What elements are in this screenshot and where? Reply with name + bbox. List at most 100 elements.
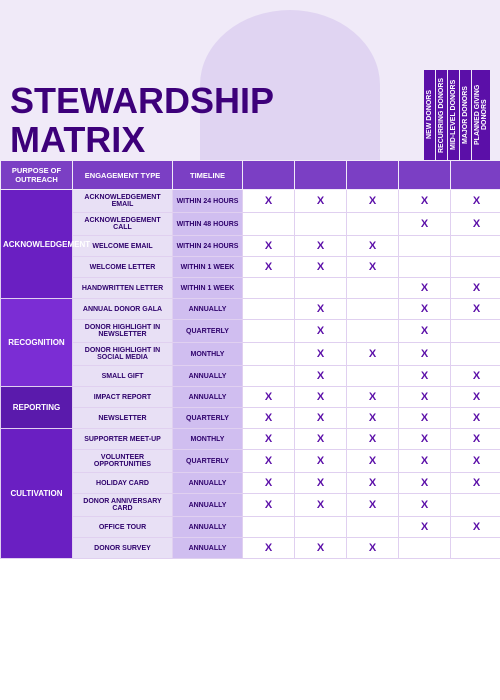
table-row: HOLIDAY CARDANNUALLYXXXXX xyxy=(1,473,500,494)
mark-cell xyxy=(451,236,500,257)
mark-cell: X xyxy=(347,236,399,257)
mark-cell xyxy=(451,320,500,343)
table-row: SMALL GIFTANNUALLYXXX xyxy=(1,366,500,387)
mark-cell: X xyxy=(295,299,347,320)
mark-cell xyxy=(243,343,295,366)
timeline-cell: MONTHLY xyxy=(173,429,243,450)
engagement-cell: HANDWRITTEN LETTER xyxy=(73,278,173,299)
mark-cell xyxy=(243,278,295,299)
timeline-cell: ANNUALLY xyxy=(173,538,243,559)
header: STEWARDSHIP MATRIX NEW DONORSRECURRING D… xyxy=(0,0,500,160)
column-header: NEW DONORS xyxy=(423,70,435,160)
engagement-cell: DONOR HIGHLIGHT IN SOCIAL MEDIA xyxy=(73,343,173,366)
mark-cell: X xyxy=(399,387,451,408)
table-row: VOLUNTEER OPPORTUNITIESQUARTERLYXXXXX xyxy=(1,450,500,473)
mark-cell: X xyxy=(295,366,347,387)
mark-cell: X xyxy=(399,517,451,538)
mark-cell: X xyxy=(243,450,295,473)
mark-cell: X xyxy=(347,538,399,559)
stewardship-table: PURPOSE OF OUTREACH ENGAGEMENT TYPE TIME… xyxy=(0,160,500,559)
mark-cell: X xyxy=(451,473,500,494)
mark-cell: X xyxy=(451,408,500,429)
engagement-cell: ACKNOWLEDGEMENT EMAIL xyxy=(73,190,173,213)
timeline-cell: QUARTERLY xyxy=(173,408,243,429)
engagement-cell: DONOR ANNIVERSARY CARD xyxy=(73,494,173,517)
column-header: RECURRING DONORS xyxy=(435,70,447,160)
mark-cell: X xyxy=(399,494,451,517)
timeline-cell: WITHIN 1 WEEK xyxy=(173,257,243,278)
engagement-cell: SMALL GIFT xyxy=(73,366,173,387)
table-wrapper[interactable]: PURPOSE OF OUTREACH ENGAGEMENT TYPE TIME… xyxy=(0,160,500,700)
engagement-header: ENGAGEMENT TYPE xyxy=(73,161,173,190)
mark-cell xyxy=(451,538,500,559)
mark-cell: X xyxy=(451,517,500,538)
table-row: OFFICE TOURANNUALLYXX xyxy=(1,517,500,538)
mark-cell: X xyxy=(295,257,347,278)
mark-cell: X xyxy=(243,408,295,429)
timeline-cell: ANNUALLY xyxy=(173,366,243,387)
timeline-cell: QUARTERLY xyxy=(173,320,243,343)
mark-cell xyxy=(451,343,500,366)
mark-cell: X xyxy=(399,278,451,299)
timeline-cell: WITHIN 24 HOURS xyxy=(173,190,243,213)
mark-cell: X xyxy=(347,408,399,429)
mark-cell xyxy=(399,257,451,278)
table-row: HANDWRITTEN LETTERWITHIN 1 WEEK XX xyxy=(1,278,500,299)
engagement-cell: ANNUAL DONOR GALA xyxy=(73,299,173,320)
timeline-cell: MONTHLY xyxy=(173,343,243,366)
mark-cell xyxy=(295,213,347,236)
mark-cell xyxy=(399,236,451,257)
col-planned-donors xyxy=(451,161,500,190)
column-header: PLANNED GIVING DONORS xyxy=(471,70,490,160)
mark-cell: X xyxy=(399,190,451,213)
table-row: RECOGNITIONANNUAL DONOR GALAANNUALLYXXX xyxy=(1,299,500,320)
mark-cell: X xyxy=(295,473,347,494)
engagement-cell: OFFICE TOUR xyxy=(73,517,173,538)
timeline-cell: ANNUALLY xyxy=(173,473,243,494)
mark-cell: X xyxy=(295,190,347,213)
mark-cell: X xyxy=(347,343,399,366)
mark-cell: X xyxy=(243,236,295,257)
mark-cell: X xyxy=(295,387,347,408)
mark-cell: X xyxy=(243,494,295,517)
mark-cell: X xyxy=(399,320,451,343)
mark-cell: X xyxy=(451,190,500,213)
engagement-cell: IMPACT REPORT xyxy=(73,387,173,408)
mark-cell xyxy=(347,320,399,343)
col-midlevel-donors xyxy=(347,161,399,190)
mark-cell: X xyxy=(295,450,347,473)
mark-cell xyxy=(347,517,399,538)
timeline-cell: QUARTERLY xyxy=(173,450,243,473)
mark-cell: X xyxy=(295,320,347,343)
table-row: DONOR SURVEYANNUALLYXXX xyxy=(1,538,500,559)
mark-cell: X xyxy=(295,429,347,450)
engagement-cell: SUPPORTER MEET-UP xyxy=(73,429,173,450)
timeline-cell: ANNUALLY xyxy=(173,387,243,408)
col-major-donors xyxy=(399,161,451,190)
mark-cell: X xyxy=(451,278,500,299)
table-row: NEWSLETTERQUARTERLYXXXXX xyxy=(1,408,500,429)
mark-cell xyxy=(347,278,399,299)
mark-cell: X xyxy=(451,429,500,450)
timeline-cell: WITHIN 48 HOURS xyxy=(173,213,243,236)
timeline-cell: WITHIN 1 WEEK xyxy=(173,278,243,299)
mark-cell: X xyxy=(399,213,451,236)
purpose-cell: REPORTING xyxy=(1,387,73,429)
table-row: ACKNOWLEDGEMENTACKNOWLEDGEMENT EMAILWITH… xyxy=(1,190,500,213)
timeline-cell: WITHIN 24 HOURS xyxy=(173,236,243,257)
mark-cell: X xyxy=(347,494,399,517)
purpose-header: PURPOSE OF OUTREACH xyxy=(1,161,73,190)
mark-cell: X xyxy=(243,473,295,494)
mark-cell: X xyxy=(243,257,295,278)
mark-cell: X xyxy=(399,299,451,320)
mark-cell: X xyxy=(399,343,451,366)
mark-cell xyxy=(399,538,451,559)
mark-cell: X xyxy=(399,450,451,473)
table-row: DONOR ANNIVERSARY CARDANNUALLYXXXX xyxy=(1,494,500,517)
mark-cell xyxy=(451,494,500,517)
engagement-cell: NEWSLETTER xyxy=(73,408,173,429)
column-header: MAJOR DONORS xyxy=(459,70,471,160)
mark-cell xyxy=(295,278,347,299)
timeline-header: TIMELINE xyxy=(173,161,243,190)
table-row: ACKNOWLEDGEMENT CALLWITHIN 48 HOURSXX xyxy=(1,213,500,236)
